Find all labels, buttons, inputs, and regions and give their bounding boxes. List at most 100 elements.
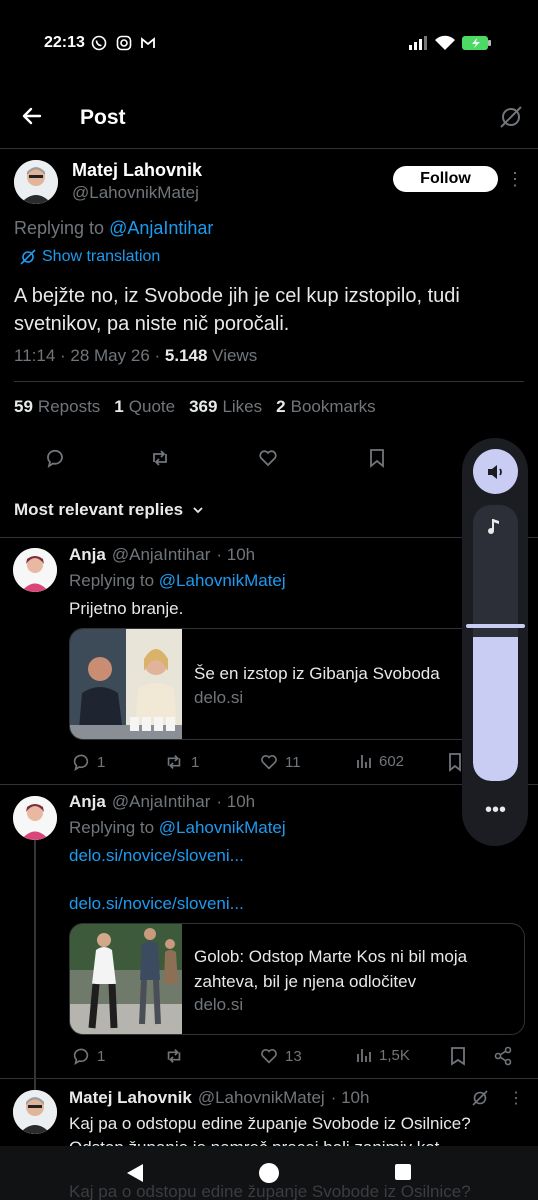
author-handle[interactable]: @LahovnikMatej: [72, 183, 199, 203]
status-time: 22:13: [44, 34, 85, 51]
like-icon: [261, 755, 277, 770]
bookmark-icon[interactable]: [366, 447, 388, 469]
replying-handle-link[interactable]: @LahovnikMatej: [159, 571, 286, 590]
reply-author-name[interactable]: Anja: [69, 545, 106, 565]
like-count: 11: [285, 753, 301, 771]
post-time: 11:14: [14, 346, 56, 365]
views-label: Views: [212, 346, 258, 365]
reply-count: 1: [97, 753, 106, 771]
avatar[interactable]: [14, 160, 58, 204]
translate-icon[interactable]: [498, 104, 524, 130]
avatar-portrait: [14, 160, 58, 204]
like-icon[interactable]: [257, 447, 279, 469]
nav-recents-icon[interactable]: [394, 1163, 412, 1181]
link-card[interactable]: Golob: Odstop Marte Kos ni bil moja zaht…: [69, 923, 525, 1035]
page-title: Post: [80, 106, 126, 129]
sort-replies-dropdown[interactable]: Most relevant replies: [14, 500, 205, 520]
gmail-icon: [141, 37, 155, 48]
reply-replying-to: Replying to @LahovnikMatej: [69, 818, 286, 837]
views-button[interactable]: 1,5K: [355, 1046, 410, 1064]
reply-icon[interactable]: [44, 447, 66, 469]
music-note-icon: [488, 519, 499, 534]
repost-icon: [167, 1049, 181, 1063]
replies-divider: [0, 537, 538, 538]
like-button[interactable]: 13: [259, 1046, 302, 1066]
like-icon: [261, 1049, 277, 1064]
reply-author-handle[interactable]: @AnjaIntihar: [112, 545, 211, 565]
speaker-button[interactable]: [473, 449, 518, 494]
bookmark-icon[interactable]: [449, 752, 461, 772]
avatar-portrait: [13, 796, 57, 840]
avatar[interactable]: [13, 1090, 57, 1134]
show-translation-label: Show translation: [42, 248, 161, 265]
bookmark-icon[interactable]: [450, 1046, 466, 1066]
status-bar: 22:13: [0, 0, 538, 86]
reply-author-handle[interactable]: @AnjaIntihar: [112, 792, 211, 812]
reposts-stat[interactable]: 59 Reposts: [14, 397, 100, 417]
replying-handle-link[interactable]: @LahovnikMatej: [159, 818, 286, 837]
volume-handle[interactable]: [466, 624, 525, 628]
show-translation-link[interactable]: Show translation: [20, 248, 160, 266]
more-options-icon[interactable]: ⋮: [506, 170, 524, 188]
reply-divider: [0, 1078, 538, 1079]
reply-link[interactable]: delo.si/novice/sloveni...: [69, 846, 244, 866]
link-card-domain: delo.si: [194, 995, 244, 1014]
follow-button[interactable]: Follow: [393, 166, 498, 192]
reply-header: Anja @AnjaIntihar · 10h: [69, 545, 255, 565]
reply-author-name[interactable]: Matej Lahovnik: [69, 1088, 192, 1108]
post-meta: 11:14 · 28 May 26 · 5.148 Views: [14, 346, 258, 365]
link-card-title: Golob: Odstop Marte Kos ni bil moja zaht…: [194, 947, 468, 991]
reply-age: · 10h: [330, 1088, 370, 1107]
reply-author-name[interactable]: Anja: [69, 792, 106, 812]
like-count: 13: [285, 1047, 302, 1065]
sort-label: Most relevant replies: [14, 500, 184, 519]
replying-to: Replying to @AnjaIntihar: [14, 218, 213, 239]
views-icon: [357, 755, 371, 768]
more-options-icon[interactable]: ⋮: [508, 1088, 524, 1108]
post-text: A bejžte no, iz Svobode jih je cel kup i…: [14, 285, 460, 335]
reply-author-handle[interactable]: @LahovnikMatej: [198, 1088, 325, 1108]
reply-icon: [73, 1048, 89, 1066]
translate-icon[interactable]: [471, 1089, 489, 1107]
repost-count: 1: [191, 753, 200, 771]
author-name[interactable]: Matej Lahovnik: [72, 160, 202, 181]
nav-home-icon[interactable]: [258, 1162, 280, 1184]
views-button[interactable]: 602: [355, 752, 404, 770]
signal-icon: [409, 36, 427, 50]
repost-button[interactable]: [163, 1046, 191, 1066]
repost-button[interactable]: 1: [163, 752, 199, 772]
repost-icon: [167, 755, 181, 769]
chevron-down-icon: [193, 507, 203, 514]
nav-back-icon[interactable]: [125, 1162, 145, 1184]
replying-handle-link[interactable]: @AnjaIntihar: [109, 218, 213, 238]
reply-age: · 10h: [216, 792, 256, 811]
reply-link[interactable]: delo.si/novice/sloveni...: [69, 894, 244, 914]
link-card-image: [70, 924, 182, 1034]
repost-icon[interactable]: [149, 447, 171, 469]
avatar-portrait: [13, 1090, 57, 1134]
stats-divider-top: [14, 381, 524, 382]
volume-slider[interactable]: [473, 505, 518, 781]
speaker-icon: [487, 464, 502, 479]
bookmarks-stat[interactable]: 2 Bookmarks: [276, 397, 376, 417]
like-button[interactable]: 11: [259, 752, 301, 772]
avatar[interactable]: [13, 796, 57, 840]
reply-button[interactable]: 1: [71, 1046, 105, 1066]
avatar-portrait: [13, 548, 57, 592]
replying-prefix: Replying to: [14, 218, 110, 238]
views-count: 1,5K: [379, 1046, 410, 1064]
reply-replying-to: Replying to @LahovnikMatej: [69, 571, 286, 590]
views-count: 5.148: [164, 346, 208, 365]
back-arrow-icon[interactable]: [20, 104, 44, 128]
more-dots-icon[interactable]: •••: [473, 800, 518, 830]
avatar[interactable]: [13, 548, 57, 592]
reply-header: Anja @AnjaIntihar · 10h: [69, 792, 255, 812]
likes-stat[interactable]: 369 Likes: [189, 397, 262, 417]
wifi-icon: [435, 35, 455, 50]
reply-button[interactable]: 1: [71, 752, 105, 772]
link-card[interactable]: Še en izstop iz Gibanja Svoboda delo.si: [69, 628, 525, 740]
link-card-image: [70, 629, 182, 739]
share-icon[interactable]: [493, 1046, 513, 1066]
quotes-stat[interactable]: 1 Quote: [114, 397, 175, 417]
instagram-icon: [116, 35, 132, 51]
